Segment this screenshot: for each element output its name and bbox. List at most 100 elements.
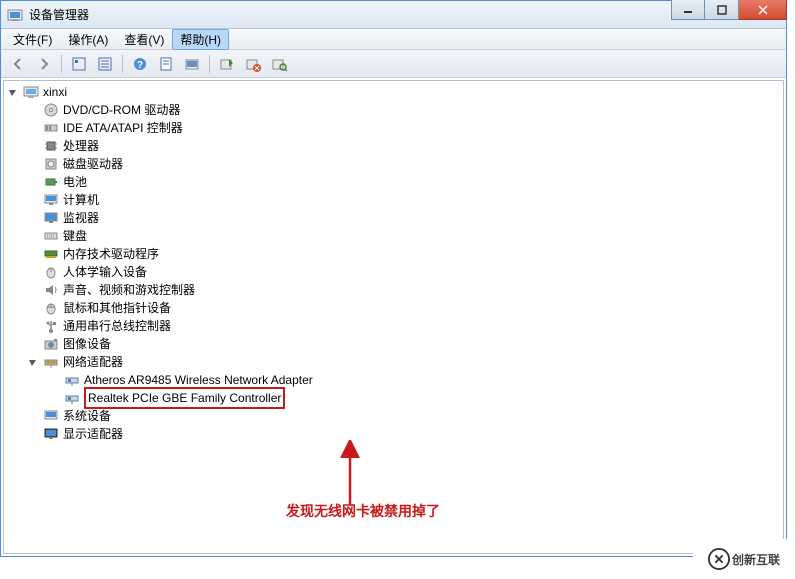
tree-expander[interactable]	[8, 87, 19, 98]
tree-category[interactable]: 系统设备	[8, 407, 779, 425]
tree-category[interactable]: DVD/CD-ROM 驱动器	[8, 101, 779, 119]
tree-category[interactable]: 监视器	[8, 209, 779, 227]
refresh-icon	[184, 56, 200, 72]
tree-label: 鼠标和其他指针设备	[63, 299, 171, 317]
details-button[interactable]	[93, 53, 117, 75]
ide-icon	[43, 120, 59, 136]
menu-help[interactable]: 帮助(H)	[172, 29, 229, 50]
tree-category[interactable]: 电池	[8, 173, 779, 191]
dvd-icon	[43, 102, 59, 118]
tree-device[interactable]: Realtek PCIe GBE Family Controller	[8, 389, 779, 407]
tree-category[interactable]: IDE ATA/ATAPI 控制器	[8, 119, 779, 137]
annotation-text: 发现无线网卡被禁用掉了	[286, 501, 440, 521]
tree-label: DVD/CD-ROM 驱动器	[63, 101, 180, 119]
svg-text:?: ?	[137, 60, 143, 71]
tree-category[interactable]: 网络适配器	[8, 353, 779, 371]
disk-icon	[43, 156, 59, 172]
toolbar-separator	[209, 55, 210, 73]
sound-icon	[43, 282, 59, 298]
maximize-button[interactable]	[705, 0, 739, 20]
hid-icon	[43, 264, 59, 280]
watermark: 创新互联	[693, 539, 795, 579]
menu-file[interactable]: 文件(F)	[5, 29, 60, 50]
enable-icon	[219, 56, 235, 72]
usb-icon	[43, 318, 59, 334]
nav-back-button[interactable]	[6, 53, 30, 75]
tree-label: 监视器	[63, 209, 99, 227]
show-hidden-icon	[71, 56, 87, 72]
toolbar: ?	[1, 50, 786, 78]
window-controls	[671, 0, 787, 20]
titlebar[interactable]: 设备管理器	[1, 1, 786, 29]
keyboard-icon	[43, 228, 59, 244]
scan-button[interactable]	[267, 53, 291, 75]
tree-label: 图像设备	[63, 335, 111, 353]
toolbar-separator	[122, 55, 123, 73]
device-manager-icon	[7, 7, 23, 23]
tree-category[interactable]: 磁盘驱动器	[8, 155, 779, 173]
refresh-button[interactable]	[180, 53, 204, 75]
toolbar-separator	[61, 55, 62, 73]
tree-label: Realtek PCIe GBE Family Controller	[84, 387, 285, 409]
tree-category[interactable]: 人体学输入设备	[8, 263, 779, 281]
tree-category[interactable]: 显示适配器	[8, 425, 779, 443]
nav-back-icon	[10, 56, 26, 72]
watermark-logo-icon	[708, 548, 730, 570]
annotation-arrow	[330, 440, 370, 510]
properties-button[interactable]	[154, 53, 178, 75]
display-icon	[43, 426, 59, 442]
properties-icon	[158, 56, 174, 72]
cpu-icon	[43, 138, 59, 154]
minimize-button[interactable]	[671, 0, 705, 20]
tree-label: 声音、视频和游戏控制器	[63, 281, 195, 299]
tree-label: 显示适配器	[63, 425, 123, 443]
help-button[interactable]: ?	[128, 53, 152, 75]
imaging-icon	[43, 336, 59, 352]
computer-root-icon	[23, 84, 39, 100]
show-hidden-button[interactable]	[67, 53, 91, 75]
uninstall-icon	[245, 56, 261, 72]
tree-category[interactable]: 声音、视频和游戏控制器	[8, 281, 779, 299]
tree-label: xinxi	[43, 83, 67, 101]
tree-category[interactable]: 计算机	[8, 191, 779, 209]
tree-label: IDE ATA/ATAPI 控制器	[63, 119, 183, 137]
tree-category[interactable]: 图像设备	[8, 335, 779, 353]
network-icon	[43, 354, 59, 370]
close-button[interactable]	[739, 0, 787, 20]
tree-category[interactable]: 键盘	[8, 227, 779, 245]
tree-label: 网络适配器	[63, 353, 123, 371]
mouse-icon	[43, 300, 59, 316]
device-manager-window: 设备管理器 文件(F) 操作(A) 查看(V) 帮助(H) ? xinxiDVD…	[0, 0, 787, 557]
device-tree[interactable]: xinxiDVD/CD-ROM 驱动器IDE ATA/ATAPI 控制器处理器磁…	[3, 80, 784, 554]
tree-label: 磁盘驱动器	[63, 155, 123, 173]
menubar: 文件(F) 操作(A) 查看(V) 帮助(H)	[1, 29, 786, 50]
help-icon: ?	[132, 56, 148, 72]
tree-expander[interactable]	[28, 357, 39, 368]
memory-icon	[43, 246, 59, 262]
details-icon	[97, 56, 113, 72]
scan-icon	[271, 56, 287, 72]
window-title: 设备管理器	[29, 6, 89, 23]
nic-icon	[64, 372, 80, 388]
tree-label: 处理器	[63, 137, 99, 155]
tree-label: 系统设备	[63, 407, 111, 425]
enable-button[interactable]	[215, 53, 239, 75]
nav-fwd-button[interactable]	[32, 53, 56, 75]
nav-fwd-icon	[36, 56, 52, 72]
menu-view[interactable]: 查看(V)	[116, 29, 172, 50]
tree-category[interactable]: 处理器	[8, 137, 779, 155]
tree-label: 人体学输入设备	[63, 263, 147, 281]
computer-icon	[43, 192, 59, 208]
uninstall-button[interactable]	[241, 53, 265, 75]
tree-label: 计算机	[63, 191, 99, 209]
tree-label: 电池	[63, 173, 87, 191]
tree-category[interactable]: 通用串行总线控制器	[8, 317, 779, 335]
tree-label: 键盘	[63, 227, 87, 245]
nic-icon	[64, 390, 80, 406]
watermark-text: 创新互联	[732, 551, 780, 568]
tree-root-node[interactable]: xinxi	[8, 83, 779, 101]
tree-category[interactable]: 鼠标和其他指针设备	[8, 299, 779, 317]
menu-action[interactable]: 操作(A)	[60, 29, 116, 50]
tree-label: 通用串行总线控制器	[63, 317, 171, 335]
tree-category[interactable]: 内存技术驱动程序	[8, 245, 779, 263]
